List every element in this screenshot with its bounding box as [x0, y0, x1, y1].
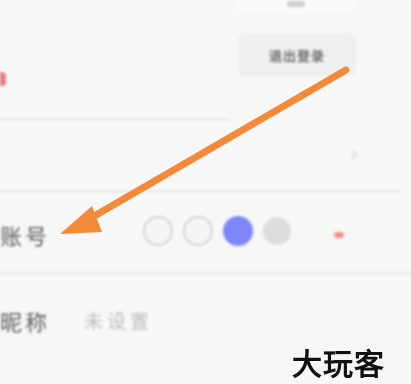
arrow-head [60, 206, 102, 234]
arrow-annotation-icon [60, 66, 350, 234]
watermark-text: 大玩客 [292, 348, 385, 383]
arrow-shaft [80, 66, 350, 226]
